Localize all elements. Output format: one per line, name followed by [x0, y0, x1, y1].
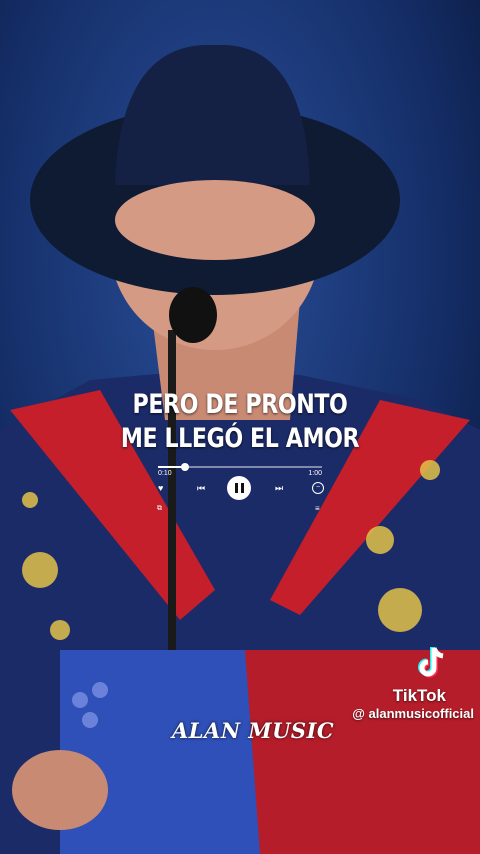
queue-icon[interactable]: ≡: [315, 504, 320, 514]
next-icon[interactable]: ⏭: [275, 483, 283, 493]
pause-button[interactable]: [227, 476, 251, 500]
lyrics-line-2: ME LLEGÓ EL AMOR: [120, 423, 360, 454]
heart-icon[interactable]: ♥: [158, 483, 163, 493]
device-icon[interactable]: ⧉: [157, 504, 162, 514]
previous-icon[interactable]: ⏮: [197, 483, 205, 493]
tiktok-handle: @ alanmusicofficial: [352, 706, 474, 721]
watermark: ALAN MUSIC: [172, 718, 335, 743]
total-time: 1:00: [308, 470, 322, 477]
pause-icon: [234, 483, 238, 493]
music-player-overlay: 0:10 1:00 ♥ ⏮ ⏭ − ⧉ ≡: [155, 463, 325, 526]
more-icon[interactable]: −: [312, 482, 324, 494]
current-time: 0:10: [158, 470, 172, 477]
tiktok-name: TikTok: [392, 686, 446, 705]
tiktok-icon: [418, 647, 444, 678]
lyrics: PERO DE PRONTO ME LLEGÓ EL AMOR: [43, 388, 437, 456]
tiktok-logo: [392, 646, 472, 687]
lyrics-line-1: PERO DE PRONTO: [132, 389, 348, 420]
progress-bar[interactable]: [158, 463, 322, 471]
progress-knob[interactable]: [181, 463, 190, 471]
